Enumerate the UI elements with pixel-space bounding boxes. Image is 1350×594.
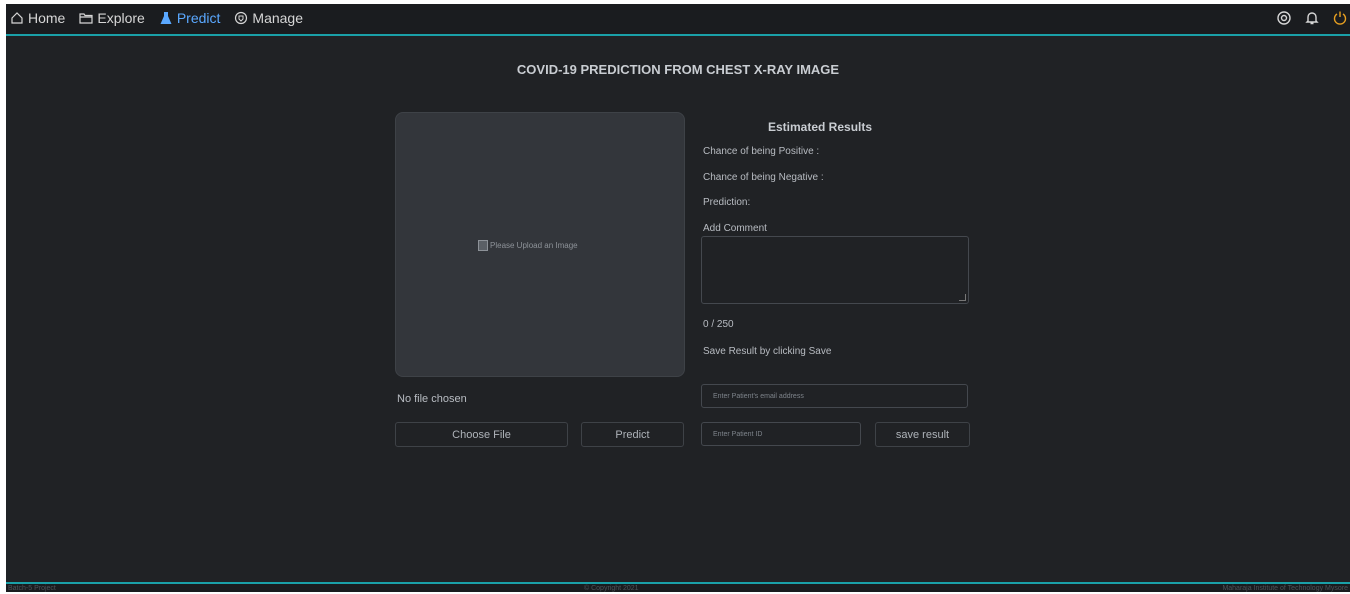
- footer-copyright: © Copyright 2021: [584, 585, 639, 592]
- predict-button[interactable]: Predict: [581, 422, 684, 447]
- nav-explore[interactable]: Explore: [79, 10, 145, 26]
- save-hint-text: Save Result by clicking Save: [703, 346, 832, 357]
- patient-id-input[interactable]: Enter Patient ID: [701, 422, 861, 446]
- no-file-status: No file chosen: [397, 393, 467, 405]
- power-icon[interactable]: [1332, 10, 1348, 26]
- main-nav: Home Explore Predict Manage: [10, 10, 303, 26]
- negative-chance-label: Chance of being Negative :: [703, 172, 824, 183]
- comment-textarea[interactable]: [701, 236, 969, 304]
- image-placeholder-text: Please Upload an Image: [490, 241, 578, 250]
- broken-image-icon: [478, 240, 488, 251]
- nav-manage[interactable]: Manage: [234, 10, 303, 26]
- nav-predict[interactable]: Predict: [159, 10, 221, 26]
- nav-predict-label: Predict: [176, 10, 221, 26]
- footer: Batch-5 Project © Copyright 2021 Maharaj…: [6, 582, 1350, 592]
- image-preview-area: Please Upload an Image: [395, 112, 685, 377]
- nav-home-label: Home: [28, 10, 66, 26]
- patient-email-input[interactable]: Enter Patient's email address: [701, 384, 968, 408]
- nav-manage-label: Manage: [252, 10, 303, 26]
- top-right-icons: [1276, 10, 1348, 26]
- settings-icon[interactable]: [1276, 10, 1292, 26]
- footer-left-text: Batch-5 Project: [8, 585, 56, 592]
- bell-icon[interactable]: [1304, 10, 1320, 26]
- save-result-button[interactable]: save result: [875, 422, 970, 447]
- top-nav-bar: Home Explore Predict Manage: [6, 4, 1350, 36]
- folder-icon: [79, 13, 93, 24]
- nav-home[interactable]: Home: [10, 10, 65, 26]
- shield-icon: [235, 11, 248, 25]
- choose-file-button[interactable]: Choose File: [395, 422, 568, 447]
- image-placeholder: Please Upload an Image: [478, 240, 578, 251]
- home-icon: [11, 12, 23, 24]
- nav-explore-label: Explore: [97, 10, 145, 26]
- comment-counter: 0 / 250: [703, 319, 734, 330]
- positive-chance-label: Chance of being Positive :: [703, 146, 820, 157]
- page-title: COVID-19 PREDICTION FROM CHEST X-RAY IMA…: [516, 62, 840, 77]
- results-title: Estimated Results: [768, 120, 873, 134]
- footer-right-text: Maharaja Institute of Technology Mysore: [1222, 585, 1348, 592]
- prediction-label: Prediction:: [703, 197, 751, 208]
- resize-handle-icon[interactable]: [959, 294, 966, 301]
- app-window: Home Explore Predict Manage COVID-19 PRE…: [6, 4, 1350, 592]
- add-comment-label: Add Comment: [703, 223, 767, 234]
- flask-icon: [160, 12, 172, 24]
